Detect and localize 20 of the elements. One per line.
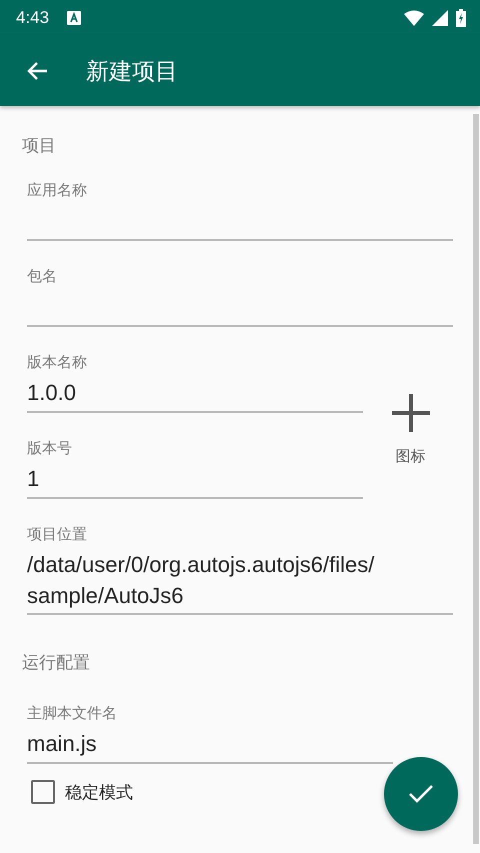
text-field[interactable]: 主脚本文件名 main.js — [27, 704, 393, 764]
add-icon[interactable] — [390, 392, 430, 432]
section-header: 项目 — [22, 135, 57, 157]
screen-title: 新建项目 — [86, 56, 178, 86]
notification-icon — [67, 11, 82, 25]
wifi-icon — [404, 10, 424, 26]
battery-icon — [456, 9, 466, 27]
checkbox-label: 稳定模式 — [65, 782, 133, 804]
signal-icon — [432, 10, 448, 26]
text-field[interactable]: 版本号 1 — [27, 439, 363, 499]
section-header: 运行配置 — [22, 652, 91, 674]
text-field[interactable]: 应用名称 — [27, 181, 453, 241]
confirm-button[interactable] — [384, 757, 458, 831]
check-icon — [408, 784, 434, 804]
checkbox[interactable] — [31, 780, 55, 804]
text-field[interactable]: 项目位置 /data/user/0/org.autojs.autojs6/files/ sample/AutoJs6 — [27, 525, 453, 615]
status-time: 4:43 — [16, 8, 50, 28]
text-field[interactable]: 版本名称 1.0.0 — [27, 353, 363, 413]
text-field[interactable]: 包名 — [27, 267, 453, 327]
icon-label: 图标 — [396, 446, 426, 466]
